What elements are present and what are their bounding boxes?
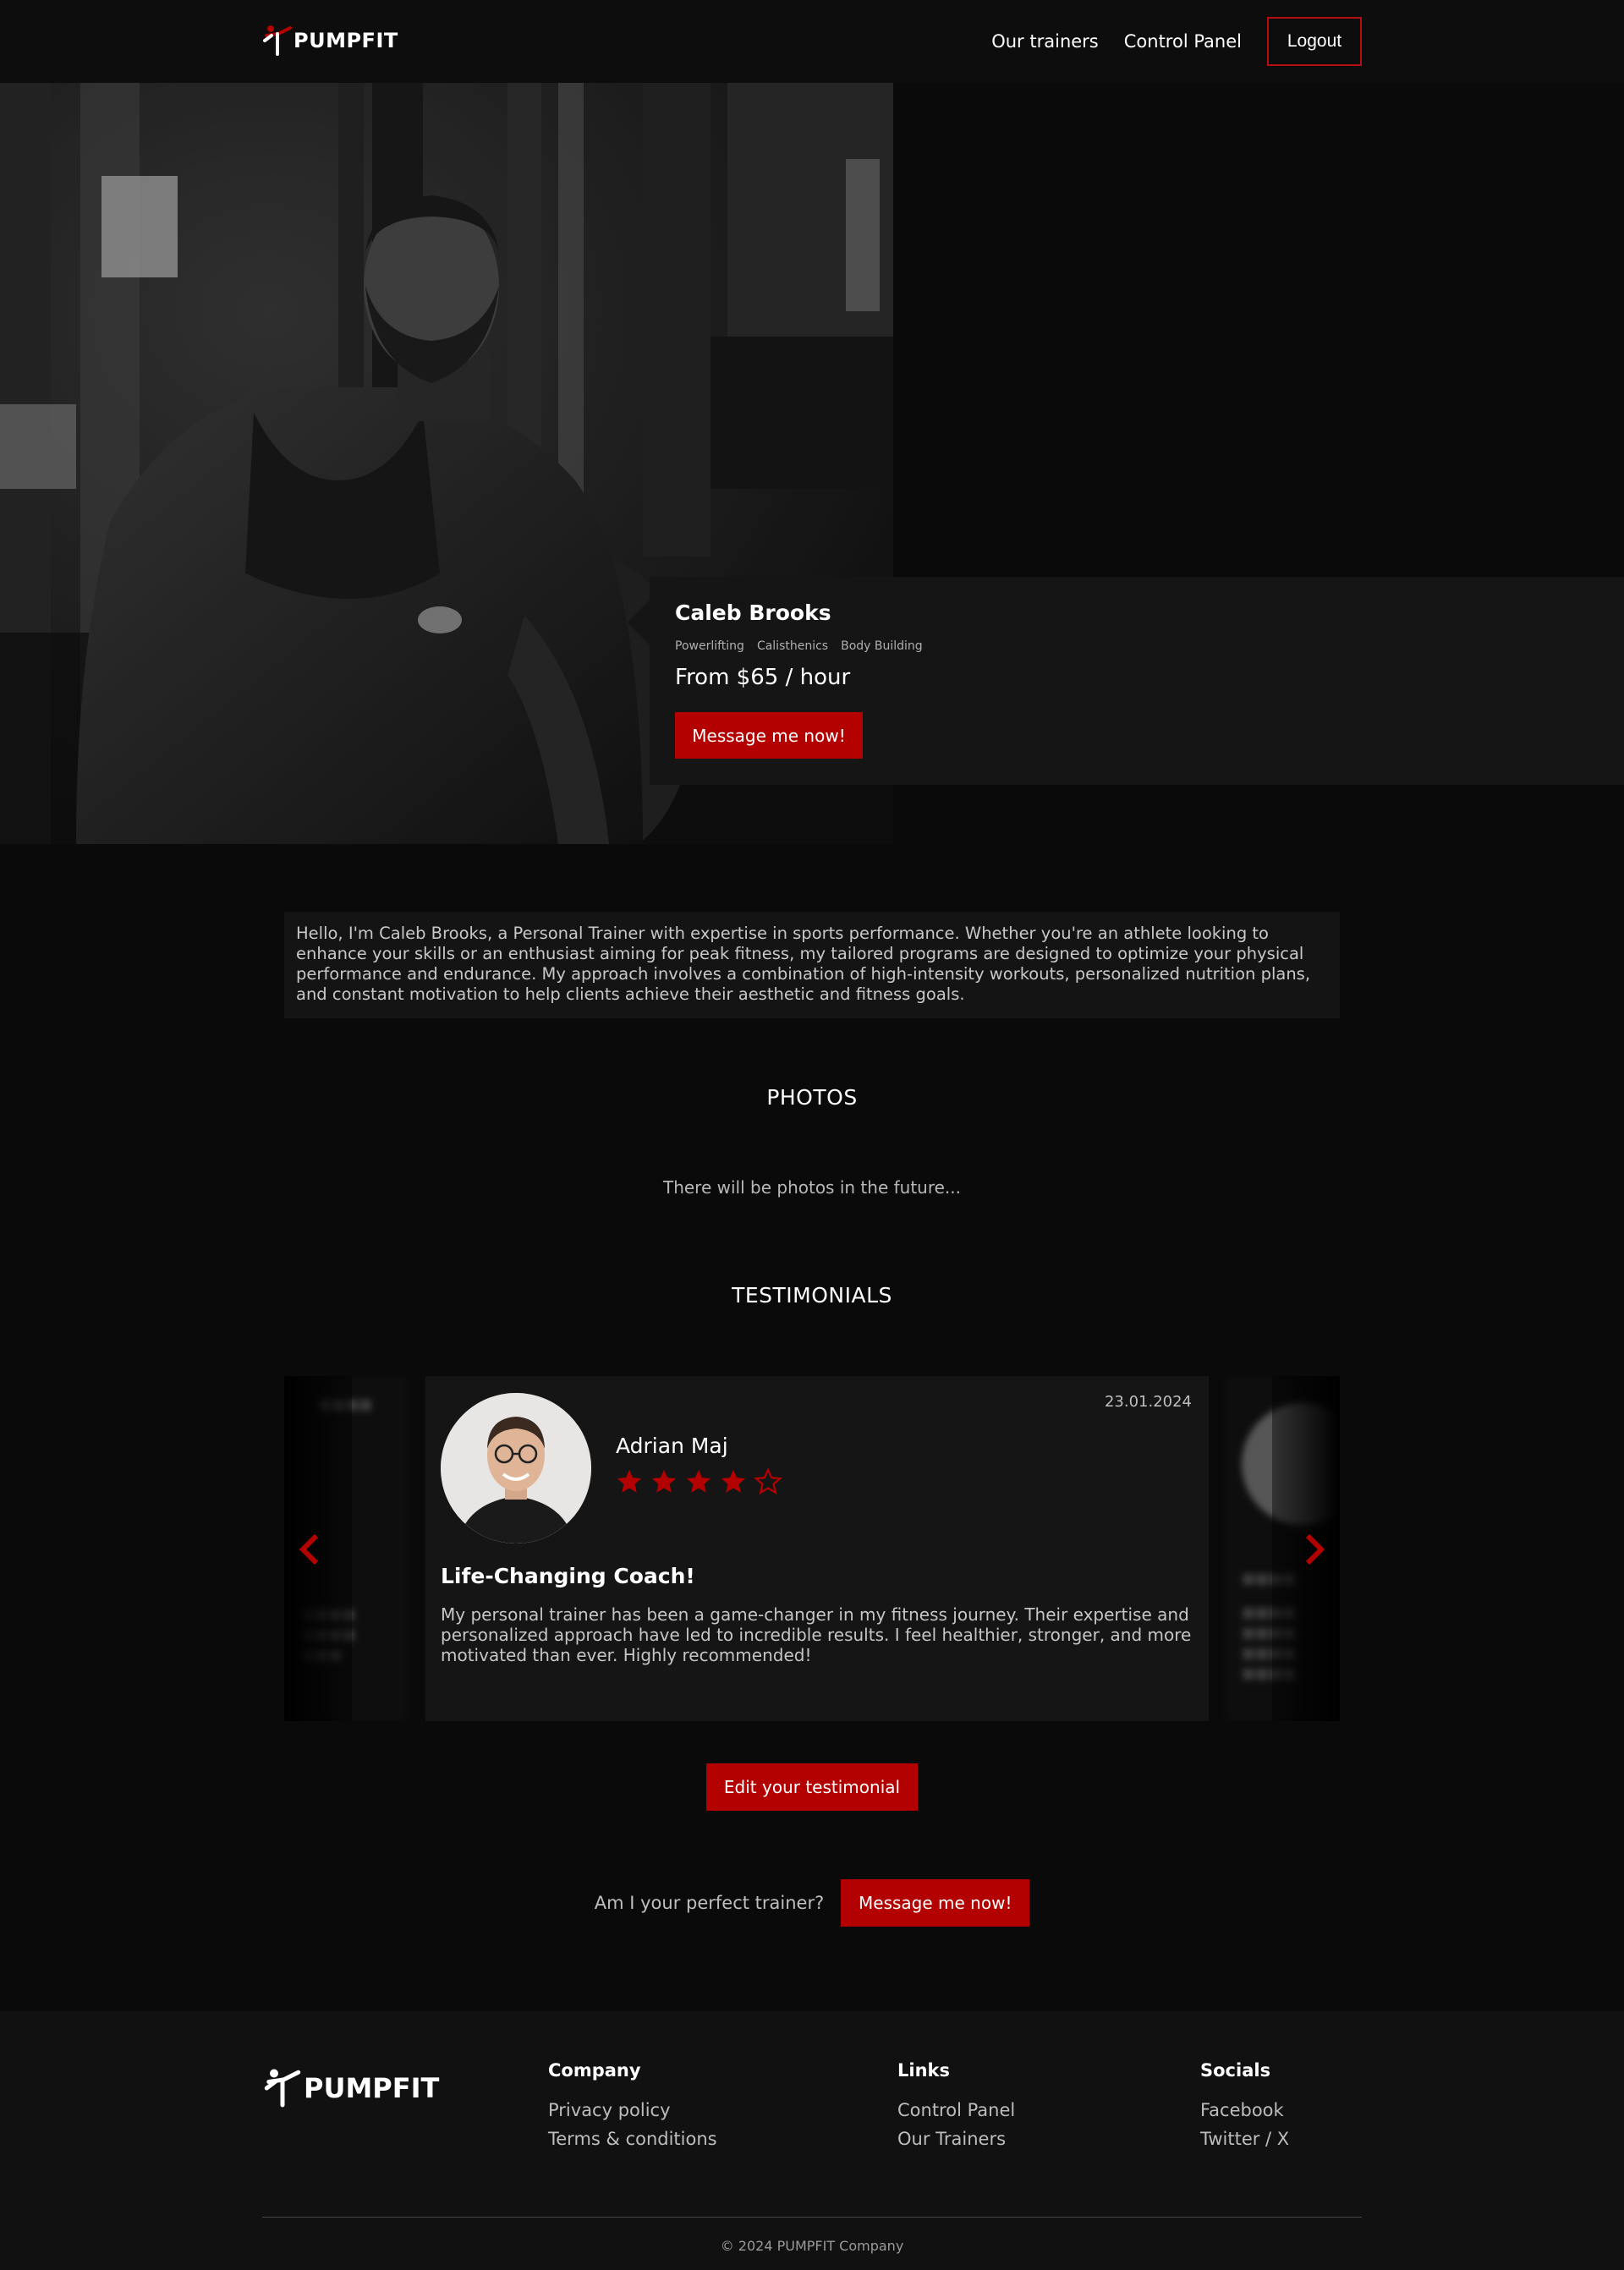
- trainer-bio: Hello, I'm Caleb Brooks, a Personal Trai…: [284, 912, 1340, 1018]
- testimonial-text: My personal trainer has been a game-chan…: [441, 1604, 1192, 1665]
- logout-button[interactable]: Logout: [1267, 17, 1362, 66]
- footer-brand-logo[interactable]: PUMPFIT: [263, 2067, 439, 2109]
- footer-company-heading: Company: [548, 2060, 641, 2081]
- edit-testimonial-button[interactable]: Edit your testimonial: [706, 1763, 918, 1811]
- hourly-price: From $65 / hour: [675, 665, 851, 690]
- testimonial-date: 23.01.2024: [1104, 1393, 1192, 1411]
- tag-powerlifting: Powerlifting: [675, 639, 744, 653]
- footer-link-privacy-policy[interactable]: Privacy policy: [548, 2096, 717, 2125]
- nav-control-panel[interactable]: Control Panel: [1124, 31, 1242, 52]
- footer-link-control-panel[interactable]: Control Panel: [897, 2096, 1015, 2125]
- reviewer-avatar: [441, 1393, 591, 1543]
- star-outline-icon: [754, 1467, 782, 1495]
- footer-link-facebook[interactable]: Facebook: [1200, 2096, 1289, 2125]
- chevron-right-icon: [1305, 1533, 1325, 1565]
- site-footer: PUMPFIT Company Privacy policy Terms & c…: [0, 2011, 1624, 2270]
- testimonial-card: Adrian Maj 23.01.2024 Life-Changing Coac…: [425, 1376, 1209, 1721]
- star-icon: [651, 1469, 677, 1493]
- footer-link-twitter[interactable]: Twitter / X: [1200, 2125, 1289, 2153]
- footer-brand-name: PUMPFIT: [304, 2072, 440, 2104]
- brand-logo[interactable]: PUMPFIT: [263, 19, 398, 63]
- star-rating: [615, 1467, 782, 1496]
- footer-links-heading: Links: [897, 2060, 950, 2081]
- footer-company-column: Company Privacy policy Terms & condition…: [548, 2060, 717, 2153]
- testimonial-carousel: ■■■■ ■■■■■■■■■■■ ■■■■ ■■■■■■■■■■■■■■■■ A…: [284, 1376, 1340, 1721]
- photos-empty-note: There will be photos in the future...: [662, 1177, 961, 1198]
- footer-link-terms[interactable]: Terms & conditions: [548, 2125, 717, 2153]
- footer-socials-heading: Socials: [1200, 2060, 1271, 2081]
- brand-name: PUMPFIT: [294, 29, 398, 52]
- specialty-tags: Powerlifting Calisthenics Body Building: [675, 639, 923, 653]
- star-icon: [617, 1469, 642, 1493]
- kicking-figure-icon: [264, 2069, 301, 2108]
- carousel-next-button[interactable]: [1298, 1531, 1331, 1568]
- carousel-prev-button[interactable]: [293, 1531, 326, 1568]
- trainer-info-card: Caleb Brooks Powerlifting Calisthenics B…: [628, 577, 1624, 785]
- footer-divider: [262, 2217, 1362, 2218]
- trainer-cta: Am I your perfect trainer? Message me no…: [0, 1879, 1624, 1927]
- cta-message-button[interactable]: Message me now!: [841, 1879, 1030, 1927]
- star-icon: [721, 1469, 746, 1493]
- reviewer-name: Adrian Maj: [616, 1434, 728, 1458]
- message-me-button[interactable]: Message me now!: [675, 712, 863, 759]
- tag-calisthenics: Calisthenics: [756, 639, 829, 653]
- nav-our-trainers[interactable]: Our trainers: [991, 31, 1099, 52]
- kicking-figure-icon: [263, 25, 292, 56]
- main-nav: Our trainers Control Panel Logout: [991, 17, 1362, 66]
- testimonial-title: Life-Changing Coach!: [441, 1564, 695, 1588]
- site-header: PUMPFIT Our trainers Control Panel Logou…: [0, 0, 1624, 83]
- copyright-text: © 2024 PUMPFIT Company: [720, 2238, 904, 2254]
- testimonials-heading: TESTIMONIALS: [732, 1283, 892, 1308]
- star-icon: [686, 1469, 711, 1493]
- footer-socials-column: Socials Facebook Twitter / X: [1200, 2060, 1289, 2153]
- chevron-left-icon: [299, 1533, 319, 1565]
- photos-heading: PHOTOS: [766, 1085, 858, 1110]
- cta-question: Am I your perfect trainer?: [594, 1893, 825, 1913]
- trainer-name: Caleb Brooks: [675, 600, 831, 625]
- footer-links-column: Links Control Panel Our Trainers: [897, 2060, 1015, 2153]
- footer-link-our-trainers[interactable]: Our Trainers: [897, 2125, 1015, 2153]
- tag-body-building: Body Building: [841, 639, 923, 653]
